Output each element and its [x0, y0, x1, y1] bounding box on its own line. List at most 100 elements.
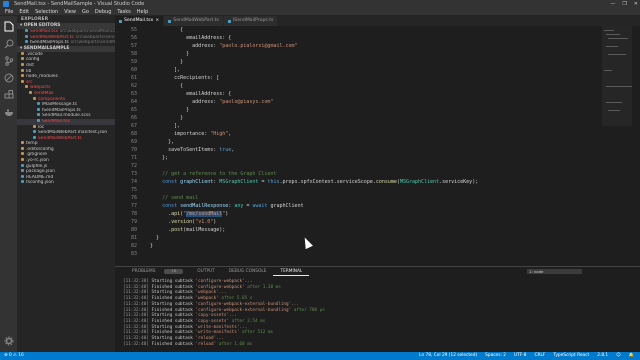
file-tree-label: loc — [38, 124, 45, 130]
terminal-task: 'webpack'... — [195, 290, 227, 296]
code-line: importance: "High", — [144, 131, 232, 137]
file-tree-label: gulpfile.js — [26, 163, 48, 169]
folder-icon — [21, 51, 24, 55]
line-number: 63 — [130, 91, 137, 97]
status-item[interactable]: 2.8.1 — [597, 352, 608, 360]
code-line: address: "paolo@piasys.com" — [144, 99, 274, 105]
tab-file[interactable]: SendMailWebPart.ts — [164, 16, 224, 26]
problems-status[interactable]: ⊗ 0 ⚠ 16 — [4, 352, 24, 360]
close-button[interactable]: ✕ — [634, 0, 638, 8]
terminal-verb: Finished subtask — [151, 318, 193, 324]
file-tree-label: .vscode — [26, 51, 43, 57]
status-item[interactable]: Ln 78, Col 29 (12 selected) — [419, 352, 477, 360]
tab-file[interactable]: SendMail.tsx × — [115, 16, 165, 26]
maximize-button[interactable]: ❐ — [622, 0, 626, 8]
menu-tasks[interactable]: Tasks — [114, 8, 133, 15]
terminal-time: [11:32:40] — [123, 284, 149, 290]
menu-selection[interactable]: Selection — [32, 8, 61, 15]
line-number: 72 — [130, 163, 137, 169]
menu-view[interactable]: View — [61, 8, 79, 15]
line-number: 74 — [130, 179, 137, 185]
menu-debug[interactable]: Debug — [92, 8, 114, 15]
open-editor-name: ISendMailProps.ts — [30, 40, 69, 46]
open-editors-list: SendMail.tsxsrc\webparts\sendMail\compon… — [17, 29, 115, 46]
file-tree-label: sendMail — [34, 90, 54, 96]
menu-edit[interactable]: Edit — [16, 8, 32, 15]
problems-count-badge: 16 — [164, 268, 184, 274]
terminal-output[interactable]: [11:32:38] Starting subtask 'configure-w… — [123, 279, 633, 347]
file-tree-label: IMailMessage.ts — [42, 102, 77, 108]
tab-output[interactable]: OUTPUT — [190, 267, 222, 276]
folder-icon — [21, 141, 24, 145]
line-number: 60 — [130, 67, 137, 73]
file-tree-label: SendMailWebPart.ts — [38, 135, 82, 141]
tab-problems[interactable]: PROBLEMS 16 — [118, 267, 190, 276]
status-item[interactable]: 🔔 — [629, 352, 634, 360]
tab-label: ISendMailProps.ts — [232, 18, 274, 23]
line-number: 78 — [130, 211, 137, 217]
extensions-icon[interactable] — [2, 88, 15, 101]
explorer-files-icon[interactable] — [2, 20, 15, 33]
terminal-task: 'write-manifests'... — [195, 324, 248, 330]
debug-icon[interactable] — [2, 71, 15, 84]
status-item[interactable]: ☺ — [616, 352, 620, 360]
terminal-select[interactable]: 1: node — [527, 269, 582, 274]
code-editor[interactable]: 55 {56 emailAddress: {57 address: "paolo… — [115, 26, 640, 266]
editor-tabs: SendMail.tsx × SendMailWebPart.ts ISendMail… — [115, 16, 640, 26]
menu-go[interactable]: Go — [79, 8, 92, 15]
search-icon[interactable] — [2, 37, 15, 50]
terminal-task: 'configure-webpack-external-bundling' — [195, 307, 292, 313]
menu-file[interactable]: File — [2, 8, 16, 15]
line-number: 76 — [130, 195, 137, 201]
code-line: const graphClient: MSGraphClient = this.… — [162, 179, 479, 185]
terminal-extra: after 700 μs — [291, 307, 325, 313]
file-tree-label: dist — [26, 62, 35, 68]
folder-icon — [29, 90, 32, 94]
line-number: 69 — [130, 139, 137, 145]
status-item[interactable]: Spaces: 2 — [485, 352, 506, 360]
file-tree-item[interactable]: tsconfig.json — [17, 180, 115, 186]
code-line: } — [144, 59, 184, 65]
tab-debug-console[interactable]: DEBUG CONSOLE — [222, 267, 274, 276]
docker-icon[interactable] — [2, 105, 15, 118]
file-icon — [33, 135, 36, 139]
line-number: 70 — [130, 147, 137, 153]
file-tree-label: config — [26, 57, 40, 63]
line-number: 67 — [130, 123, 137, 129]
file-icon — [21, 163, 24, 167]
window-controls: — ❐ ✕ — [610, 0, 638, 8]
terminal-verb: Finished subtask — [151, 341, 193, 347]
line-number: 79 — [130, 219, 137, 225]
terminal-verb: Finished subtask — [151, 284, 193, 290]
file-tree-label: webparts — [30, 85, 51, 91]
mouse-pointer-icon — [301, 235, 313, 250]
activity-bar — [0, 16, 17, 352]
file-icon — [37, 113, 40, 117]
file-icon — [168, 19, 172, 23]
status-item[interactable]: CRLF — [535, 352, 546, 360]
code-line: emailAddress: { — [144, 91, 232, 97]
status-item[interactable]: TypeScript React — [553, 352, 589, 360]
folder-icon — [21, 146, 24, 150]
minimap[interactable] — [602, 26, 632, 266]
source-control-icon[interactable] — [2, 54, 15, 67]
line-number: 61 — [130, 75, 137, 81]
tab-label: SendMail.tsx — [124, 18, 154, 23]
tab-file[interactable]: ISendMailProps.ts — [223, 16, 279, 26]
terminal-verb: Starting subtask — [151, 279, 193, 284]
file-tree-label: temp — [26, 141, 38, 147]
tab-terminal[interactable]: TERMINAL — [273, 267, 310, 276]
status-item[interactable]: UTF-8 — [514, 352, 527, 360]
line-number: 64 — [130, 99, 137, 105]
file-tree-label: .yo-rc.json — [26, 158, 49, 164]
minimize-button[interactable]: — — [610, 0, 615, 8]
menu-help[interactable]: Help — [134, 8, 151, 15]
terminal-extra: after 5.05 s — [218, 296, 253, 302]
line-number: 66 — [130, 115, 137, 121]
open-editor-name: SendMailWebPart.ts — [30, 34, 74, 40]
settings-gear-icon[interactable] — [2, 334, 15, 347]
terminal-time: [11:32:38] — [123, 279, 149, 284]
file-tree-label: package.json — [26, 169, 55, 175]
close-tab-icon[interactable]: × — [155, 16, 159, 26]
code-line: address: "paolo.pialorsi@gmail.com" — [144, 43, 298, 49]
